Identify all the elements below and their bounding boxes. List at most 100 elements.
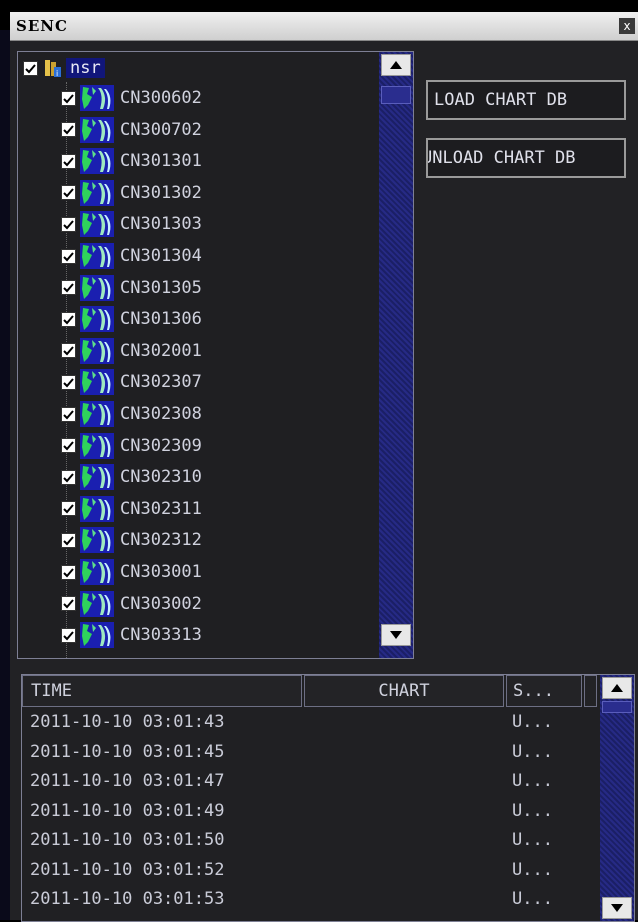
table-row[interactable]: 2011-10-10 03:01:52 U... (22, 859, 597, 883)
unload-chart-db-label: UNLOAD CHART DB (426, 148, 576, 168)
table-row[interactable]: 2011-10-10 03:01:49 U... (22, 800, 597, 824)
tree-item[interactable]: CN303313 (61, 620, 202, 650)
tree-scrollbar[interactable] (379, 52, 413, 658)
log-scrollbar[interactable] (600, 675, 634, 921)
chart-map-icon (80, 179, 114, 206)
table-row[interactable]: 2011-10-10 03:01:45 U... (22, 741, 597, 765)
checkmark-icon (63, 504, 74, 514)
chart-map-icon (80, 85, 114, 111)
unload-chart-db-button[interactable]: UNLOAD CHART DB (426, 138, 626, 178)
scroll-up-button[interactable] (381, 54, 411, 76)
window-title: SENC (16, 17, 68, 35)
checkmark-icon (63, 378, 74, 388)
scroll-down-button[interactable] (381, 624, 411, 646)
tree-item[interactable]: CN302001 (61, 336, 202, 366)
checkbox[interactable] (61, 153, 76, 169)
tree-item[interactable]: CN301303 (61, 209, 202, 239)
checkbox[interactable] (61, 532, 76, 548)
chart-map-icon (80, 527, 114, 554)
log-scroll-thumb[interactable] (602, 701, 632, 713)
tree-root-label: nsr (66, 58, 105, 78)
checkbox[interactable] (61, 216, 76, 232)
tree-item-label: CN302311 (120, 498, 202, 519)
column-header-chart[interactable]: CHART (304, 675, 504, 707)
status-cell: U... (512, 771, 553, 791)
checkbox[interactable] (61, 438, 76, 454)
column-header-status[interactable]: S... (506, 675, 582, 707)
tree-item[interactable]: CN302309 (61, 431, 202, 461)
chart-map-icon (80, 590, 114, 617)
checkbox[interactable] (23, 60, 38, 76)
background-edge (0, 30, 10, 920)
table-row[interactable]: 2011-10-10 03:01:47 U... (22, 770, 597, 794)
tree-item[interactable]: CN301306 (61, 304, 202, 334)
checkmark-icon (63, 346, 74, 356)
time-cell: 2011-10-10 03:01:50 (30, 830, 225, 850)
arrow-up-icon (390, 61, 402, 69)
senc-window: SENC x i nsr CN300602 CN300702 CN301301 … (10, 12, 638, 922)
table-row[interactable]: 2011-10-10 03:01:43 U... (22, 711, 597, 735)
tree-item[interactable]: CN300702 (61, 115, 202, 145)
checkmark-icon (63, 441, 74, 451)
checkbox[interactable] (61, 90, 76, 106)
column-header-time[interactable]: TIME (22, 675, 302, 707)
tree-item[interactable]: CN302308 (61, 399, 202, 429)
tree-item[interactable]: CN301304 (61, 241, 202, 271)
log-scroll-up-button[interactable] (602, 677, 632, 699)
tree-item-label: CN302312 (120, 530, 202, 551)
chart-map-icon (80, 306, 114, 333)
tree-item[interactable]: CN302310 (61, 462, 202, 492)
tree-item[interactable]: CN301301 (61, 146, 202, 176)
chart-log-table: TIME CHART S... 2011-10-10 03:01:43 U... 2… (21, 674, 635, 922)
chart-map-icon (80, 243, 114, 269)
close-button[interactable]: x (619, 18, 635, 34)
status-cell: U... (512, 889, 553, 909)
tree-item-label: CN302309 (120, 435, 202, 456)
checkbox[interactable] (61, 627, 76, 643)
tree-item[interactable]: CN302307 (61, 367, 202, 397)
checkbox[interactable] (61, 122, 76, 138)
tree-root[interactable]: i nsr (23, 53, 105, 83)
checkbox[interactable] (61, 311, 76, 327)
checkbox[interactable] (61, 596, 76, 612)
tree-item[interactable]: CN303001 (61, 557, 202, 587)
tree-item-label: CN301306 (120, 309, 202, 330)
tree-item[interactable]: CN301305 (61, 273, 202, 303)
tree-item-label: CN302308 (120, 404, 202, 424)
checkmark-icon (63, 283, 74, 293)
tree-item-label: CN301305 (120, 277, 202, 298)
chart-tree: i nsr CN300602 CN300702 CN301301 CN301302 CN… (17, 51, 414, 659)
checkbox[interactable] (61, 374, 76, 390)
checkbox[interactable] (61, 280, 76, 296)
tree-item-label: CN301302 (120, 182, 202, 203)
tree-item[interactable]: CN300602 (61, 83, 202, 113)
log-scroll-down-button[interactable] (602, 897, 632, 919)
time-cell: 2011-10-10 03:01:53 (30, 889, 225, 909)
load-chart-db-button[interactable]: LOAD CHART DB (426, 80, 626, 120)
table-row[interactable]: 2011-10-10 03:01:50 U... (22, 829, 597, 853)
tree-item-label: CN302310 (120, 467, 202, 488)
tree-item-label: CN303002 (120, 593, 202, 614)
tree-item-label: CN300702 (120, 119, 202, 140)
checkbox[interactable] (61, 501, 76, 517)
table-row[interactable]: 2011-10-10 03:01:53 U... (22, 888, 597, 912)
chart-map-icon (80, 211, 114, 238)
tree-item[interactable]: CN301302 (61, 178, 202, 208)
checkbox[interactable] (61, 248, 76, 264)
checkmark-icon (63, 536, 74, 546)
tree-item[interactable]: CN302312 (61, 525, 202, 555)
checkmark-icon (63, 220, 74, 230)
scroll-thumb[interactable] (381, 86, 411, 104)
checkbox[interactable] (61, 185, 76, 201)
checkmark-icon (63, 157, 74, 167)
chart-map-icon (80, 274, 114, 301)
checkbox[interactable] (61, 564, 76, 580)
title-bar[interactable]: SENC x (10, 12, 638, 41)
checkmark-icon (63, 473, 74, 483)
checkbox[interactable] (61, 406, 76, 422)
tree-item[interactable]: CN303002 (61, 589, 202, 619)
status-cell: U... (512, 800, 553, 821)
checkbox[interactable] (61, 343, 76, 359)
tree-item[interactable]: CN302311 (61, 494, 202, 524)
checkbox[interactable] (61, 469, 76, 485)
